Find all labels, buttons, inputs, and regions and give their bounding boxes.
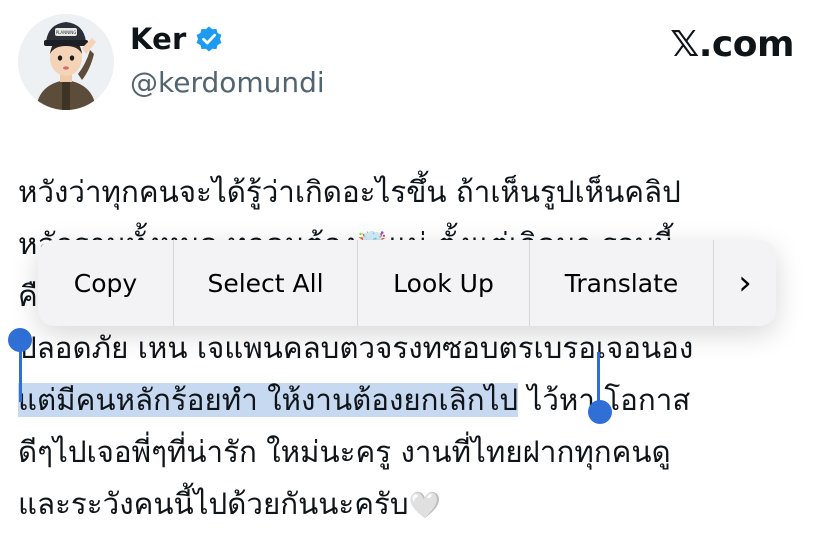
tweet-line-text: ปลอดภัย เหน เจแพนคลบตวจรงทซอบตรเบรอเจอนอ… <box>18 331 694 365</box>
copy-menu-item[interactable]: Copy <box>38 240 174 326</box>
tweet-text: หวังว่าทุกคนจะได้รู้ว่าเกิดอะไรขึ้น ถ้าเ… <box>18 166 818 530</box>
tweet-line-text: ดีๆไปเจอพี่ๆที่น่ารัก ใหม่นะครู งานที่ไท… <box>18 435 671 469</box>
author-handle[interactable]: @kerdomundi <box>130 66 325 99</box>
translate-menu-item[interactable]: Translate <box>530 240 714 326</box>
tweet-line: หวังว่าทุกคนจะได้รู้ว่าเกิดอะไรขึ้น ถ้าเ… <box>18 166 818 218</box>
tweet-line-text: หวังว่าทุกคนจะได้รู้ว่าเกิดอะไรขึ้น ถ้าเ… <box>18 175 681 209</box>
verified-badge-icon <box>196 26 221 52</box>
cap-label: PLANNING <box>56 30 77 35</box>
white-heart-emoji-icon: 🤍 <box>408 491 441 521</box>
more-chevron-icon[interactable]: › <box>714 240 776 326</box>
look-up-menu-item[interactable]: Look Up <box>358 240 530 326</box>
tweet-line: ดีๆไปเจอพี่ๆที่น่ารัก ใหม่นะครู งานที่ไท… <box>18 426 818 478</box>
avatar[interactable]: PLANNING <box>18 14 114 110</box>
x-com-logo: 𝕏.com <box>670 24 794 65</box>
text-selection-context-menu: Copy Select All Look Up Translate › <box>38 240 776 326</box>
select-all-menu-item[interactable]: Select All <box>174 240 358 326</box>
selected-text[interactable]: แต่มีคนหลักร้อยทำ ให้งานต้องยกเลิกไป <box>18 383 519 417</box>
selection-start-handle[interactable] <box>8 328 32 352</box>
author-name-row[interactable]: Ker <box>130 22 223 56</box>
tweet-line: แต่มีคนหลักร้อยทำ ให้งานต้องยกเลิกไป ไว้… <box>18 374 818 426</box>
tweet-line: และระวังคนนี้ไปด้วยกันนะครับ🤍 <box>18 478 818 530</box>
tweet-line-text: และระวังคนนี้ไปด้วยกันนะครับ <box>18 487 409 521</box>
tweet-line-text: คื <box>18 279 38 313</box>
tweet-line: ปลอดภัย เหน เจแพนคลบตวจรงทซอบตรเบรอเจอนอ… <box>18 322 818 374</box>
avatar-image: PLANNING <box>18 14 114 110</box>
author-name[interactable]: Ker <box>130 22 187 56</box>
selection-end-handle[interactable] <box>588 400 612 424</box>
